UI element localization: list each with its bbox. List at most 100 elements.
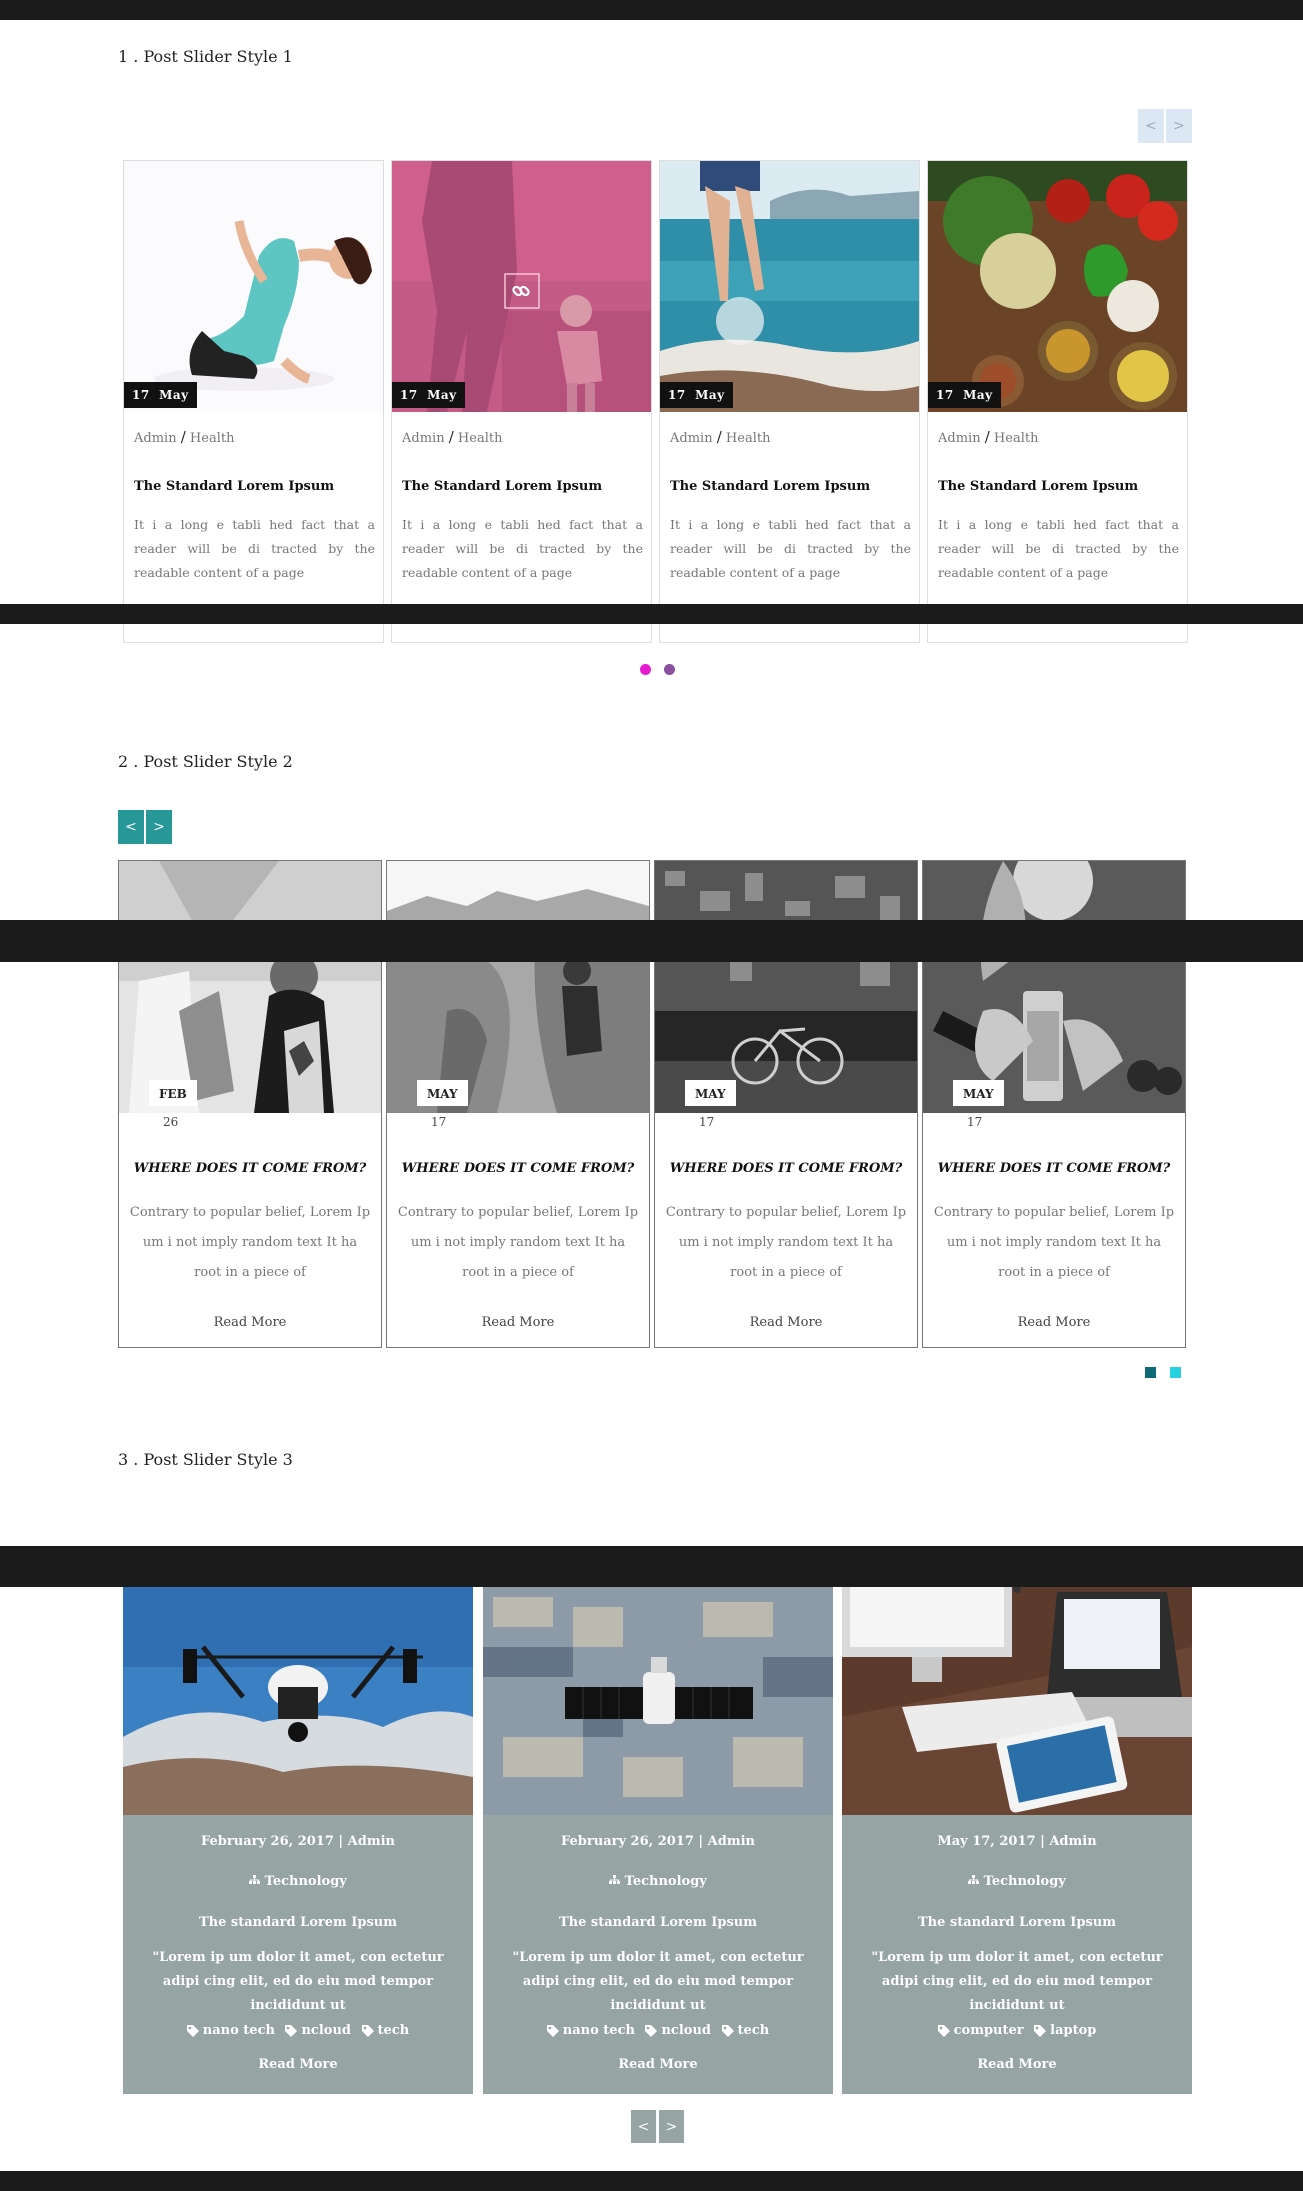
post-meta: February 26, 2017 | Admin <box>561 1834 755 1849</box>
tag-link[interactable]: ncloud <box>645 2023 711 2038</box>
post-title[interactable]: The standard Lorem Ipsum <box>842 1915 1192 1930</box>
tag-link[interactable]: tech <box>721 2023 769 2038</box>
section-title: 2 . Post Slider Style 2 <box>118 752 293 771</box>
post-month-badge: MAY <box>685 1080 736 1106</box>
post-category[interactable]: Technology <box>842 1874 1192 1889</box>
post-date-badge: 17 May <box>660 382 733 408</box>
post-category[interactable]: Technology <box>123 1874 473 1889</box>
post-meta: Admin / Health <box>134 428 235 446</box>
slider-dot[interactable] <box>1170 1367 1181 1378</box>
post-title[interactable]: WHERE DOES IT COME FROM? <box>387 1161 649 1176</box>
tag-link[interactable]: ncloud <box>285 2023 351 2038</box>
post-author[interactable]: Admin <box>134 431 177 446</box>
tag-icon <box>546 2024 559 2037</box>
read-more-link[interactable]: Read More <box>387 1315 649 1330</box>
post-image-phone-drink[interactable] <box>923 861 1185 1113</box>
post-title[interactable]: WHERE DOES IT COME FROM? <box>119 1161 381 1176</box>
post-title[interactable]: WHERE DOES IT COME FROM? <box>655 1161 917 1176</box>
read-more-link[interactable]: Read More <box>842 2057 1192 2072</box>
post-date-badge: 17 May <box>928 382 1001 408</box>
post-image-beach[interactable] <box>660 161 919 412</box>
post-image-fashion[interactable] <box>119 861 381 1113</box>
tag-icon <box>186 2024 199 2037</box>
read-more-link[interactable]: Read More <box>923 1315 1185 1330</box>
post-image-canyon[interactable] <box>387 861 649 1113</box>
post-category[interactable]: Health <box>726 431 771 446</box>
post-tags: nano tech ncloud tech <box>123 2023 473 2041</box>
tag-icon <box>937 2024 950 2037</box>
top-dark-bar <box>0 0 1303 20</box>
post-title[interactable]: The standard Lorem Ipsum <box>483 1915 833 1930</box>
post-month-badge: FEB <box>149 1080 197 1106</box>
tag-link[interactable]: nano tech <box>186 2023 275 2038</box>
post-title[interactable]: The Standard Lorem Ipsum <box>670 479 870 494</box>
post-title[interactable]: The Standard Lorem Ipsum <box>134 479 334 494</box>
post-image-computer[interactable] <box>842 1587 1192 1815</box>
post-excerpt: "Lorem ip um dolor it amet, con ectetur … <box>512 1950 804 2013</box>
slider-dot-active[interactable] <box>640 664 651 675</box>
post-date-badge: 17 May <box>124 382 197 408</box>
slider-next-button[interactable]: > <box>659 2110 684 2143</box>
post-excerpt: "Lorem ip um dolor it amet, con ectetur … <box>871 1950 1163 2013</box>
read-more-link[interactable]: Read More <box>119 1315 381 1330</box>
tag-link[interactable]: tech <box>361 2023 409 2038</box>
post-image-bicycle[interactable] <box>655 861 917 1113</box>
post-excerpt: It i a long e tabli hed fact that a read… <box>402 517 643 580</box>
post-title[interactable]: The standard Lorem Ipsum <box>123 1915 473 1930</box>
post-month-badge: MAY <box>953 1080 1004 1106</box>
post-card[interactable]: February 26, 2017 | Admin Technology The… <box>483 1587 833 2094</box>
post-excerpt: It i a long e tabli hed fact that a read… <box>670 517 911 580</box>
post-image-satellite[interactable] <box>483 1587 833 1815</box>
post-day: 17 <box>431 1115 447 1129</box>
dark-separator-bar <box>0 1546 1303 1587</box>
post-meta: February 26, 2017 | Admin <box>201 1834 395 1849</box>
post-card[interactable]: 17 May Admin / Health The Standard Lorem… <box>391 160 652 643</box>
read-more-link[interactable]: Read More <box>123 2057 473 2072</box>
post-card[interactable]: May 17, 2017 | Admin Technology The stan… <box>842 1587 1192 2094</box>
post-image-vegetables[interactable] <box>928 161 1187 412</box>
post-title[interactable]: WHERE DOES IT COME FROM? <box>923 1161 1185 1176</box>
slider-dot-active[interactable] <box>1145 1367 1156 1378</box>
tag-link[interactable]: laptop <box>1034 2023 1096 2038</box>
slider-prev-button[interactable]: < <box>1138 109 1164 143</box>
slider-next-button[interactable]: > <box>146 810 172 844</box>
post-title[interactable]: The Standard Lorem Ipsum <box>938 479 1138 494</box>
read-more-link[interactable]: Read More <box>483 2057 833 2072</box>
post-card[interactable]: 17 May Admin / Health The Standard Lorem… <box>927 160 1188 643</box>
post-excerpt: Contrary to popular belief, Lorem Ip um … <box>665 1205 907 1280</box>
post-category[interactable]: Technology <box>483 1874 833 1889</box>
slider-next-button[interactable]: > <box>1166 109 1192 143</box>
post-meta: May 17, 2017 | Admin <box>937 1834 1097 1849</box>
sitemap-icon <box>968 1874 980 1889</box>
tag-icon <box>645 2024 658 2037</box>
read-more-link[interactable]: Read More <box>655 1315 917 1330</box>
post-tags: computer laptop <box>842 2023 1192 2041</box>
post-excerpt: Contrary to popular belief, Lorem Ip um … <box>129 1205 371 1280</box>
post-category[interactable]: Health <box>458 431 503 446</box>
tag-link[interactable]: nano tech <box>546 2023 635 2038</box>
post-excerpt: It i a long e tabli hed fact that a read… <box>938 517 1179 580</box>
post-date-badge: 17 May <box>392 382 465 408</box>
tag-link[interactable]: computer <box>937 2023 1024 2038</box>
post-card[interactable]: February 26, 2017 | Admin Technology The… <box>123 1587 473 2094</box>
post-image-drone[interactable] <box>123 1587 473 1815</box>
slider-dot[interactable] <box>664 664 675 675</box>
post-meta: Admin / Health <box>938 428 1039 446</box>
post-card[interactable]: 17 May Admin / Health The Standard Lorem… <box>123 160 384 643</box>
dark-separator-bar <box>0 920 1303 962</box>
post-category[interactable]: Health <box>994 431 1039 446</box>
post-meta: Admin / Health <box>670 428 771 446</box>
post-author[interactable]: Admin <box>402 431 445 446</box>
post-author[interactable]: Admin <box>670 431 713 446</box>
post-author[interactable]: Admin <box>938 431 981 446</box>
post-title[interactable]: The Standard Lorem Ipsum <box>402 479 602 494</box>
section-title: 3 . Post Slider Style 3 <box>118 1450 293 1469</box>
slider-prev-button[interactable]: < <box>118 810 144 844</box>
dark-separator-bar <box>0 604 1303 624</box>
post-image-yoga[interactable] <box>124 161 383 412</box>
link-icon[interactable] <box>510 280 532 306</box>
post-category[interactable]: Health <box>190 431 235 446</box>
slider-prev-button[interactable]: < <box>631 2110 656 2143</box>
post-card[interactable]: 17 May Admin / Health The Standard Lorem… <box>659 160 920 643</box>
post-day: 17 <box>699 1115 715 1129</box>
